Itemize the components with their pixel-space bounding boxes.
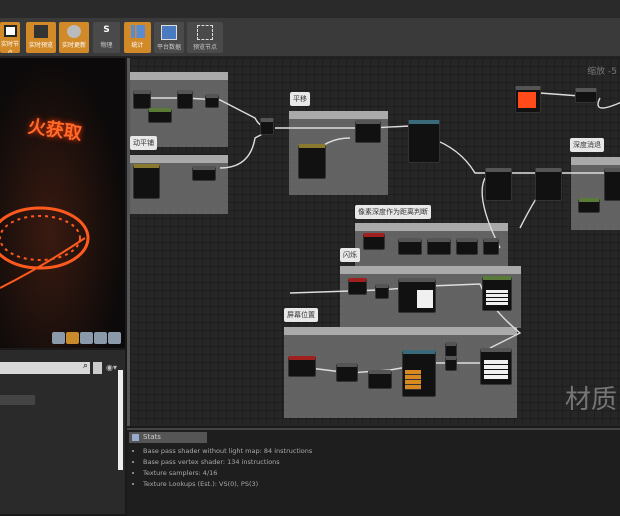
viewport-mesh-button[interactable]	[108, 332, 121, 344]
button-label: 实时节点	[0, 41, 19, 53]
graph-node[interactable]	[177, 90, 193, 109]
graph-node[interactable]	[205, 94, 219, 108]
depth-fade-node[interactable]	[604, 168, 620, 201]
stats-icon	[130, 25, 145, 38]
multiply-node[interactable]	[535, 168, 562, 201]
texture-sample-node[interactable]	[402, 350, 436, 397]
title-bar	[0, 0, 620, 19]
checkbox-icon	[3, 25, 17, 37]
grid-view-button[interactable]	[93, 362, 102, 374]
toolbar-button-platform-stats[interactable]: 平台数据	[154, 22, 184, 53]
preview-mesh	[0, 206, 90, 289]
graph-node[interactable]	[483, 238, 499, 255]
color-swatch	[518, 92, 536, 108]
tab-label: Stats	[143, 433, 161, 441]
texture-sample-node[interactable]	[133, 164, 160, 199]
button-label: 物理	[100, 42, 113, 49]
toolbar-button-live-nodes[interactable]: 实时节点	[0, 22, 20, 53]
nodes-icon	[197, 25, 213, 40]
graph-node[interactable]	[336, 363, 358, 382]
eye-icon[interactable]: ◉▾	[106, 363, 117, 372]
button-label: 统计	[131, 42, 144, 49]
stats-line: Texture samplers: 4/16	[143, 468, 312, 479]
screen-position-node[interactable]	[288, 356, 316, 377]
button-label: 预览节点	[192, 44, 217, 51]
stats-line: Base pass shader without light map: 84 i…	[143, 446, 312, 457]
texture-sample-node[interactable]	[408, 120, 440, 163]
button-label: 平台数据	[156, 44, 181, 51]
toolbar: 实时节点 实时预览 实时更新 S 物理 统计 平台数据 预览节点	[0, 18, 620, 58]
graph-node[interactable]	[578, 198, 600, 213]
graph-node[interactable]	[375, 284, 389, 299]
graph-node[interactable]	[368, 370, 392, 389]
preview-viewport[interactable]: 火获取	[0, 58, 125, 348]
time-node[interactable]	[348, 278, 367, 295]
live-preview-icon	[34, 25, 48, 38]
details-dropdown[interactable]	[0, 395, 35, 405]
graph-node[interactable]	[575, 88, 597, 103]
material-graph[interactable]: 动平铺 平移 深度消退 像素深度作为距离判断 闪烁 屏幕位置 缩放 -5 材质	[127, 58, 620, 426]
constant-color-node[interactable]	[515, 86, 541, 113]
material-watermark: 材质	[564, 385, 617, 415]
stats-line: Texture Lookups (Est.): VS(0), PS(3)	[143, 479, 312, 490]
lerp-node[interactable]	[482, 276, 512, 311]
toolbar-button-live-update[interactable]: 实时更新	[59, 22, 89, 53]
graph-node[interactable]	[148, 108, 172, 123]
stats-icon	[132, 434, 139, 441]
graph-node[interactable]	[133, 90, 151, 109]
texture-sample-node[interactable]	[398, 278, 436, 313]
toolbar-button-stats[interactable]: 统计	[124, 22, 151, 53]
stats-panel: Stats Base pass shader without light map…	[127, 428, 620, 516]
search-icon: ⌕	[82, 361, 88, 371]
stats-list: Base pass shader without light map: 84 i…	[133, 446, 312, 490]
pixel-depth-node[interactable]	[363, 233, 385, 250]
details-scrollbar[interactable]	[118, 370, 123, 470]
graph-node[interactable]	[398, 238, 422, 255]
panner-node[interactable]	[355, 120, 381, 143]
toolbar-button-preview-nodes[interactable]: 预览节点	[187, 22, 223, 53]
graph-node[interactable]	[192, 166, 216, 181]
viewport-cube-button[interactable]	[94, 332, 107, 344]
details-panel	[0, 350, 125, 514]
live-update-icon	[67, 25, 81, 38]
multiply-node[interactable]	[485, 168, 512, 201]
s-icon: S	[103, 25, 110, 35]
lerp-node[interactable]	[480, 348, 512, 385]
graph-node[interactable]	[260, 118, 274, 135]
graph-node[interactable]	[456, 238, 478, 255]
viewport-plane-button[interactable]	[80, 332, 93, 344]
texture-sample-node[interactable]	[298, 144, 326, 179]
details-search-input[interactable]: ⌕	[0, 361, 90, 374]
viewport-cylinder-button[interactable]	[52, 332, 65, 344]
graph-node[interactable]	[445, 342, 457, 357]
platform-stats-icon	[161, 25, 177, 40]
tab-stats[interactable]: Stats	[129, 432, 207, 443]
toolbar-button-physics[interactable]: S 物理	[93, 22, 120, 53]
button-label: 实时预览	[28, 42, 53, 49]
zoom-level: 缩放 -5	[587, 67, 617, 77]
button-label: 实时更新	[61, 42, 86, 49]
toolbar-button-live-preview[interactable]: 实时预览	[26, 22, 56, 53]
graph-node[interactable]	[427, 238, 451, 255]
graph-node[interactable]	[445, 356, 457, 371]
viewport-sphere-button[interactable]	[66, 332, 79, 344]
viewport-overlay-text: 火获取	[26, 116, 83, 145]
stats-line: Base pass vertex shader: 134 instruction…	[143, 457, 312, 468]
